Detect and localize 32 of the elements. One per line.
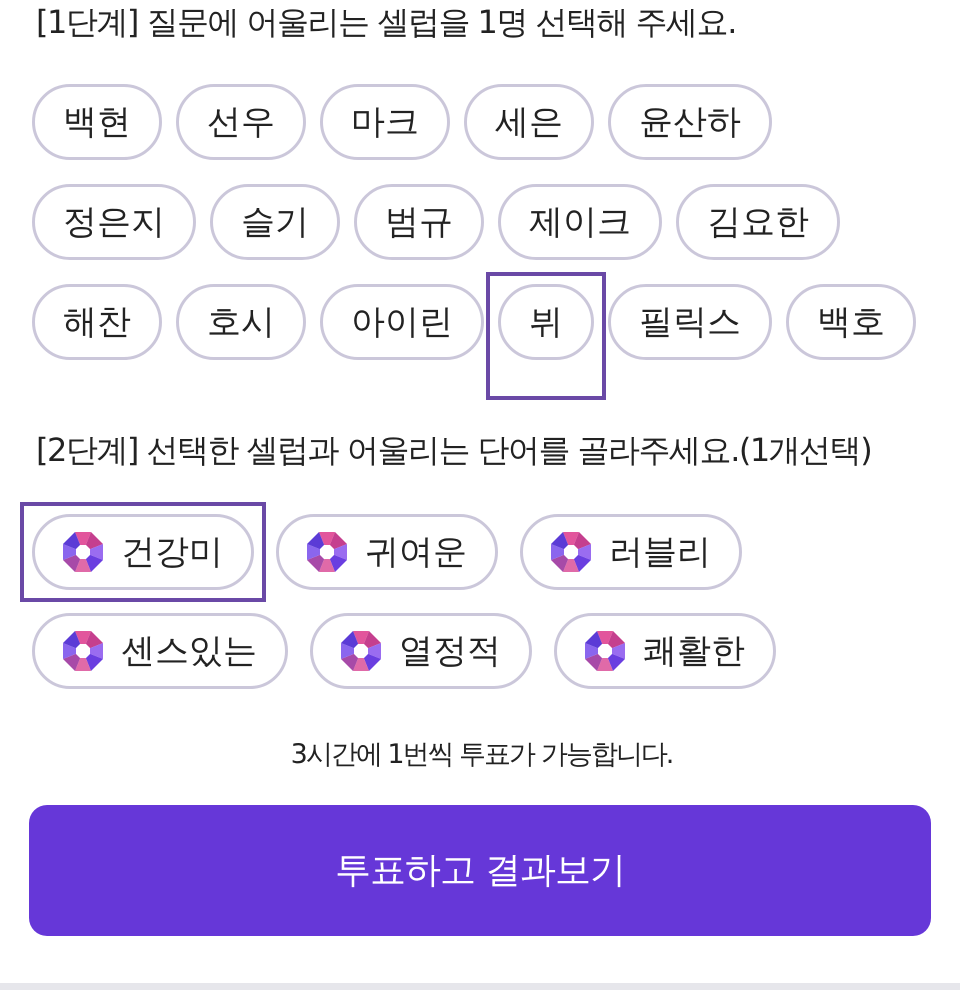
word-option[interactable]: 귀여운 [276,514,498,590]
celeb-option[interactable]: 슬기 [210,184,340,260]
pinwheel-icon [585,631,625,671]
celeb-option[interactable]: 정은지 [32,184,196,260]
word-option[interactable]: 쾌활한 [554,613,776,689]
celeb-option[interactable]: 제이크 [498,184,662,260]
celeb-option[interactable]: 백현 [32,84,162,160]
celeb-option[interactable]: 백호 [786,284,916,360]
pinwheel-icon [341,631,381,671]
word-option[interactable]: 열정적 [310,613,532,689]
pinwheel-icon [307,532,347,572]
celeb-option[interactable]: 선우 [176,84,306,160]
pinwheel-icon [63,532,103,572]
celeb-option[interactable]: 해찬 [32,284,162,360]
pinwheel-icon [63,631,103,671]
celeb-option[interactable]: 필릭스 [608,284,772,360]
vote-result-button[interactable]: 투표하고 결과보기 [29,805,931,936]
word-option[interactable]: 건강미 [32,514,254,590]
celeb-option[interactable]: 뷔 [498,284,594,360]
celeb-option[interactable]: 범규 [354,184,484,260]
celeb-option[interactable]: 윤산하 [608,84,772,160]
step-heading: [2단계] 선택한 셀럽과 어울리는 단어를 골라주세요.(1개선택) [35,430,872,471]
celeb-option[interactable]: 세은 [464,84,594,160]
step-heading: [1단계] 질문에 어울리는 셀럽을 1명 선택해 주세요. [35,2,737,43]
celeb-option[interactable]: 마크 [320,84,450,160]
vote-limit-notice: 3시간에 1번씩 투표가 가능합니다. [290,738,674,772]
celeb-option[interactable]: 아이린 [320,284,484,360]
celeb-option[interactable]: 김요한 [676,184,840,260]
word-option[interactable]: 러블리 [520,514,742,590]
celeb-option[interactable]: 호시 [176,284,306,360]
pinwheel-icon [551,532,591,572]
word-option[interactable]: 센스있는 [32,613,288,689]
